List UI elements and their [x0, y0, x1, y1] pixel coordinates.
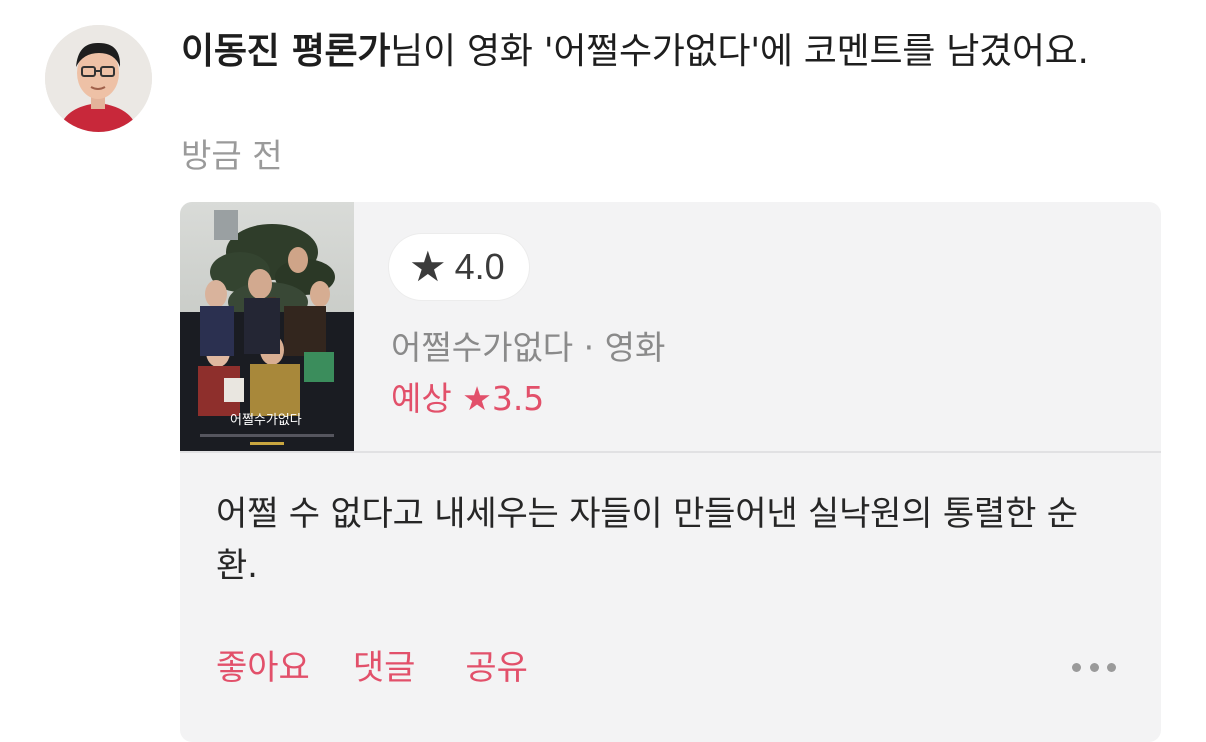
like-button[interactable]: 좋아요 [216, 644, 310, 692]
my-rating-value: 4.0 [454, 246, 505, 287]
star-icon: ★ [409, 242, 447, 291]
comment-text[interactable]: 어쩔 수 없다고 내세우는 자들이 만들어낸 실낙원의 통렬한 순환. [216, 488, 1116, 592]
comment-button[interactable]: 댓글 [353, 644, 416, 692]
comment-card[interactable]: 어쩔수가없다 ★ 4.0 어쩔수가없다 · 영화 예상 ★3.5 어쩔 수 없다… [180, 202, 1161, 742]
avatar-image [45, 25, 152, 132]
dot [1072, 662, 1081, 672]
action-bar: 좋아요 댓글 공유 [216, 644, 528, 692]
expected-value: ★3.5 [462, 379, 545, 418]
share-button[interactable]: 공유 [465, 644, 528, 692]
activity-text: 님이 영화 '어쩔수가없다'에 코멘트를 남겼어요. [390, 31, 1089, 72]
expected-rating: 예상 ★3.5 [391, 377, 544, 421]
timestamp: 방금 전 [181, 136, 283, 175]
avatar[interactable] [45, 25, 152, 132]
expected-label: 예상 [391, 379, 452, 418]
movie-poster[interactable]: 어쩔수가없다 [180, 202, 354, 451]
dot [1107, 662, 1116, 672]
poster-image: 어쩔수가없다 [180, 202, 354, 451]
more-dots-icon[interactable] [1072, 660, 1116, 674]
movie-title-meta[interactable]: 어쩔수가없다 · 영화 [391, 326, 665, 370]
divider [180, 451, 1161, 453]
poster-title: 어쩔수가없다 [230, 413, 302, 428]
user-name[interactable]: 이동진 평론가 [181, 31, 390, 72]
activity-message: 이동진 평론가님이 영화 '어쩔수가없다'에 코멘트를 남겼어요. [181, 26, 1151, 77]
dot [1089, 662, 1099, 672]
my-rating-badge: ★ 4.0 [389, 234, 529, 300]
movie-info[interactable]: 어쩔수가없다 ★ 4.0 어쩔수가없다 · 영화 예상 ★3.5 [180, 202, 1161, 451]
